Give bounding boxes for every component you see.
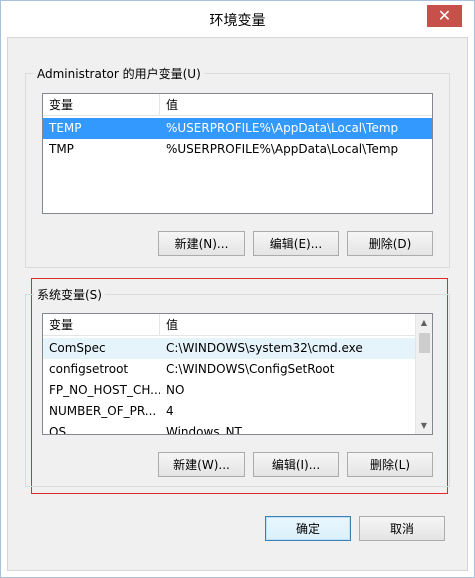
user-edit-button[interactable]: 编辑(E)... (253, 231, 339, 256)
window-title: 环境变量 (209, 13, 266, 29)
close-button[interactable]: ✕ (427, 5, 462, 27)
chevron-up-icon: ▲ (420, 318, 428, 327)
system-variables-label: 系统变量(S) (34, 286, 105, 303)
variable-name: OS (49, 425, 67, 435)
user-variables-label: Administrator 的用户变量(U) (34, 65, 204, 82)
scrollbar-thumb[interactable] (419, 333, 430, 353)
table-row[interactable]: TEMP %USERPROFILE%\AppData\Local\Temp (43, 118, 432, 139)
variable-value: C:\WINDOWS\system32\cmd.exe (166, 341, 363, 355)
user-variables-list[interactable]: 变量 值 TEMP %USERPROFILE%\AppData\Local\Te… (42, 93, 433, 214)
column-header-variable[interactable]: 变量 (43, 314, 160, 336)
list-header: 变量 值 (43, 314, 415, 336)
column-header-value[interactable]: 值 (160, 94, 178, 116)
system-delete-button[interactable]: 删除(L) (347, 452, 433, 477)
system-edit-button[interactable]: 编辑(I)... (253, 452, 339, 477)
system-variables-list[interactable]: 变量 值 ComSpec C:\WINDOWS\system32\cmd.exe… (42, 313, 433, 435)
variable-value: %USERPROFILE%\AppData\Local\Temp (166, 142, 399, 156)
system-variables-group: 系统变量(S) 变量 值 ComSpec C:\WINDOWS\system32… (25, 286, 450, 487)
column-header-variable[interactable]: 变量 (43, 94, 160, 116)
table-row[interactable]: TMP %USERPROFILE%\AppData\Local\Temp (43, 139, 432, 160)
column-header-value[interactable]: 值 (160, 314, 178, 336)
variable-value: C:\WINDOWS\ConfigSetRoot (166, 362, 335, 376)
variable-name: FP_NO_HOST_CH... (49, 383, 160, 397)
title-bar[interactable]: 环境变量 ✕ (1, 1, 474, 37)
environment-variables-dialog: 环境变量 ✕ Administrator 的用户变量(U) 变量 值 TEMP … (0, 0, 475, 578)
close-icon: ✕ (437, 6, 452, 25)
user-variables-group: Administrator 的用户变量(U) 变量 值 TEMP %USERPR… (25, 65, 450, 268)
scroll-down-button[interactable]: ▼ (416, 417, 432, 434)
variable-value: Windows_NT (166, 425, 242, 435)
table-row[interactable]: FP_NO_HOST_CH... NO (43, 380, 415, 401)
table-row[interactable]: OS Windows_NT (43, 422, 415, 435)
variable-name: TEMP (49, 121, 82, 135)
variable-value: 4 (166, 404, 174, 418)
user-delete-button[interactable]: 删除(D) (347, 231, 433, 256)
chevron-down-icon: ▼ (420, 421, 428, 430)
variable-name: ComSpec (49, 341, 106, 355)
variable-value: NO (166, 383, 185, 397)
ok-button[interactable]: 确定 (265, 516, 351, 541)
table-row[interactable]: NUMBER_OF_PR... 4 (43, 401, 415, 422)
variable-name: NUMBER_OF_PR... (49, 404, 157, 418)
scroll-up-button[interactable]: ▲ (416, 314, 432, 331)
dialog-client-area: Administrator 的用户变量(U) 变量 值 TEMP %USERPR… (7, 37, 468, 571)
variable-value: %USERPROFILE%\AppData\Local\Temp (166, 121, 399, 135)
table-row[interactable]: configsetroot C:\WINDOWS\ConfigSetRoot (43, 359, 415, 380)
list-header: 变量 值 (43, 94, 432, 116)
vertical-scrollbar[interactable]: ▲ ▼ (415, 314, 432, 434)
table-row[interactable]: ComSpec C:\WINDOWS\system32\cmd.exe (43, 338, 415, 359)
variable-name: TMP (49, 142, 74, 156)
system-new-button[interactable]: 新建(W)... (158, 452, 245, 477)
variable-name: configsetroot (49, 362, 129, 376)
cancel-button[interactable]: 取消 (359, 516, 445, 541)
user-new-button[interactable]: 新建(N)... (158, 231, 245, 256)
